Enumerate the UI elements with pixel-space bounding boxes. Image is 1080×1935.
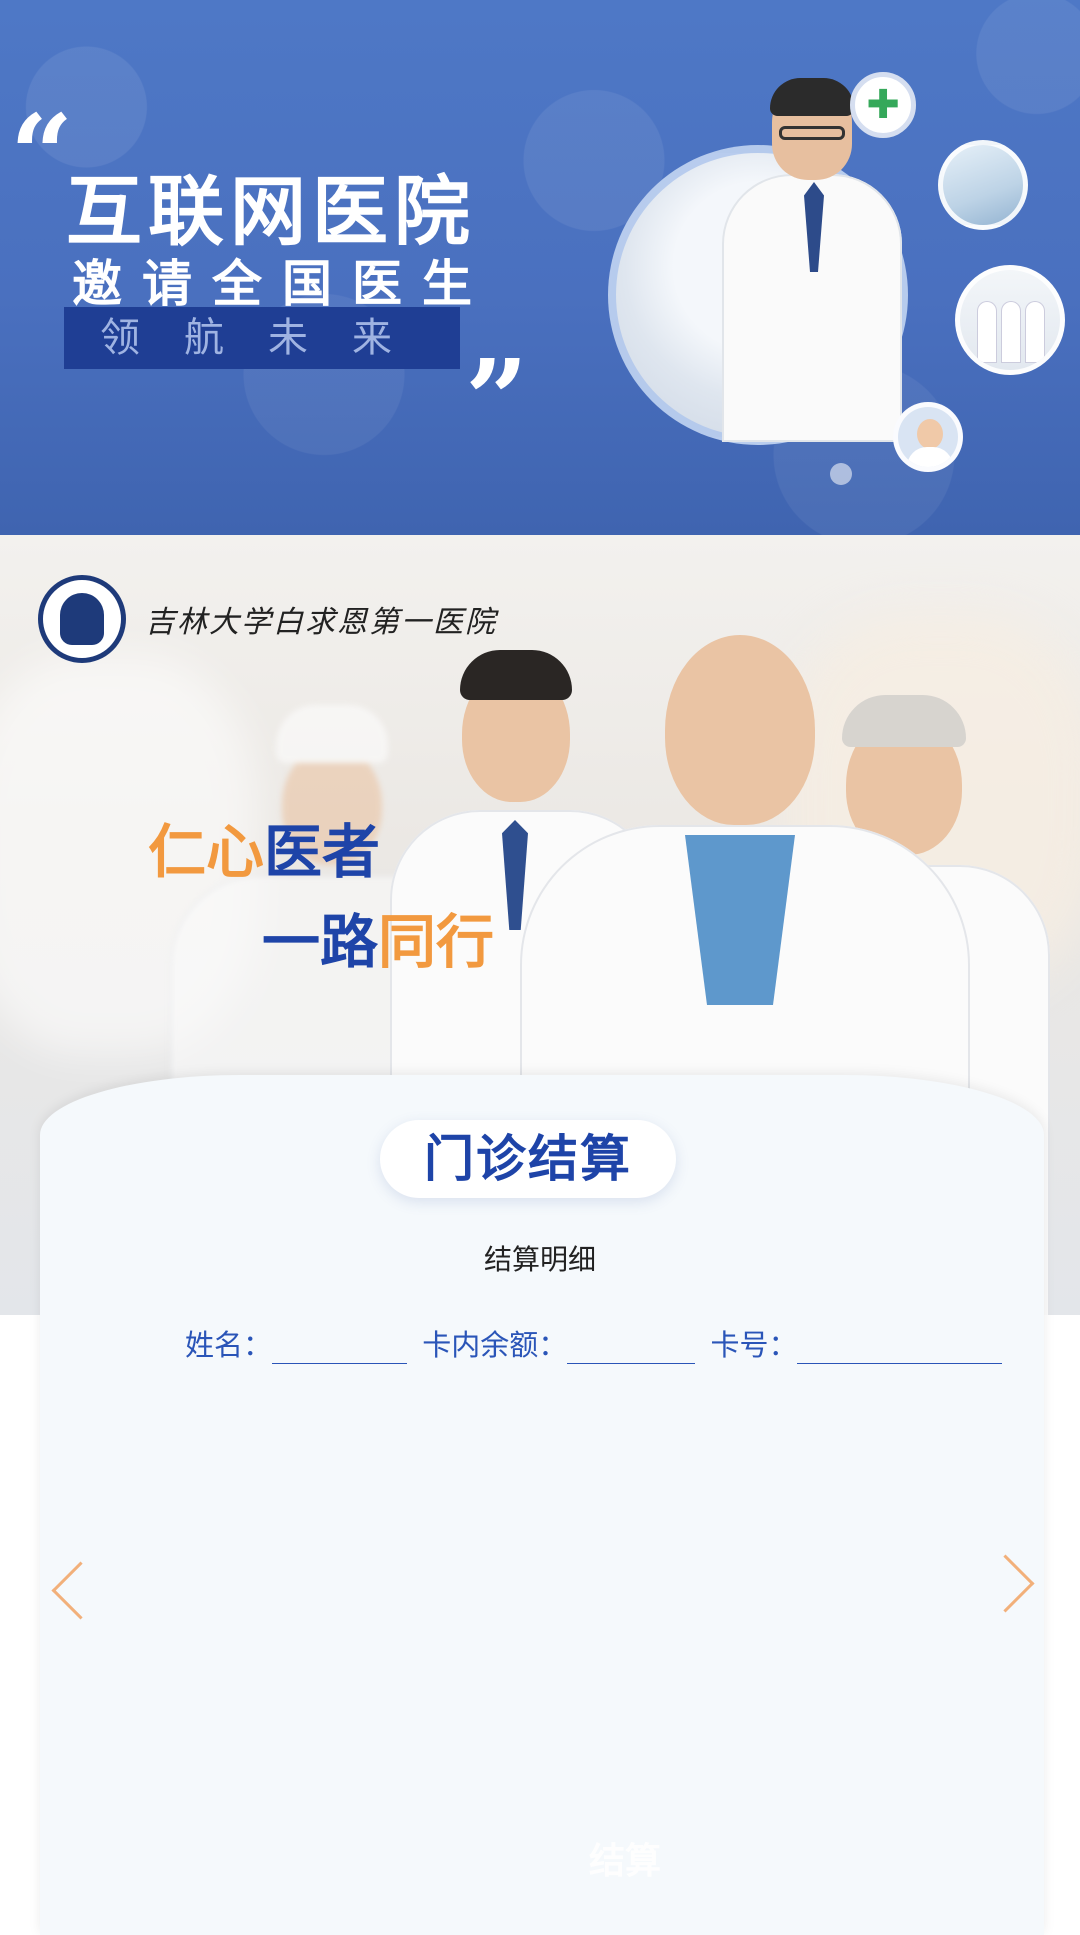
banner-tagline: 领航未来 — [64, 307, 460, 369]
card-number-value-field — [797, 1333, 1003, 1364]
section-title: 门诊结算 — [380, 1120, 676, 1198]
detail-title: 结算明细 — [483, 1243, 596, 1276]
quote-close-mark: ” — [465, 335, 529, 464]
slogan-2-blue: 一路 — [262, 908, 379, 976]
balance-label: 卡内余额： — [422, 1328, 568, 1362]
bethune-emblem-icon — [38, 575, 126, 663]
quote-open-mark: “ — [10, 90, 74, 219]
name-label: 姓名： — [185, 1328, 273, 1362]
banner-subtitle: 邀请全国医生 — [72, 255, 492, 313]
hospital-plus-logo-icon: ✚ — [850, 72, 916, 138]
doctor-avatar-icon — [893, 402, 963, 472]
lab-photo-bubble — [938, 140, 1028, 230]
slogan-1-orange: 仁心 — [148, 818, 265, 886]
card-number-label: 卡号： — [710, 1328, 798, 1362]
slogan-1-blue: 医者 — [264, 818, 381, 886]
settlement-card — [40, 1075, 1044, 1935]
slogan-line-2: 一路同行 — [262, 895, 494, 979]
slogan-2-orange: 同行 — [378, 908, 495, 976]
slogan-line-1: 仁心医者 — [148, 805, 380, 889]
patient-info-row: 姓名： 卡内余额： 卡号： — [185, 1322, 1008, 1364]
balance-value-field — [567, 1333, 696, 1364]
top-banner: “ 互联网医院 邀请全国医生 领航未来 ” ✚ — [0, 0, 1080, 535]
name-value-field — [272, 1333, 408, 1364]
decor-dot — [830, 463, 852, 485]
team-photo-bubble — [955, 265, 1065, 375]
hospital-name: 吉林大学白求恩第一医院 — [145, 605, 497, 640]
settle-button[interactable]: 结算 — [520, 1835, 730, 1885]
